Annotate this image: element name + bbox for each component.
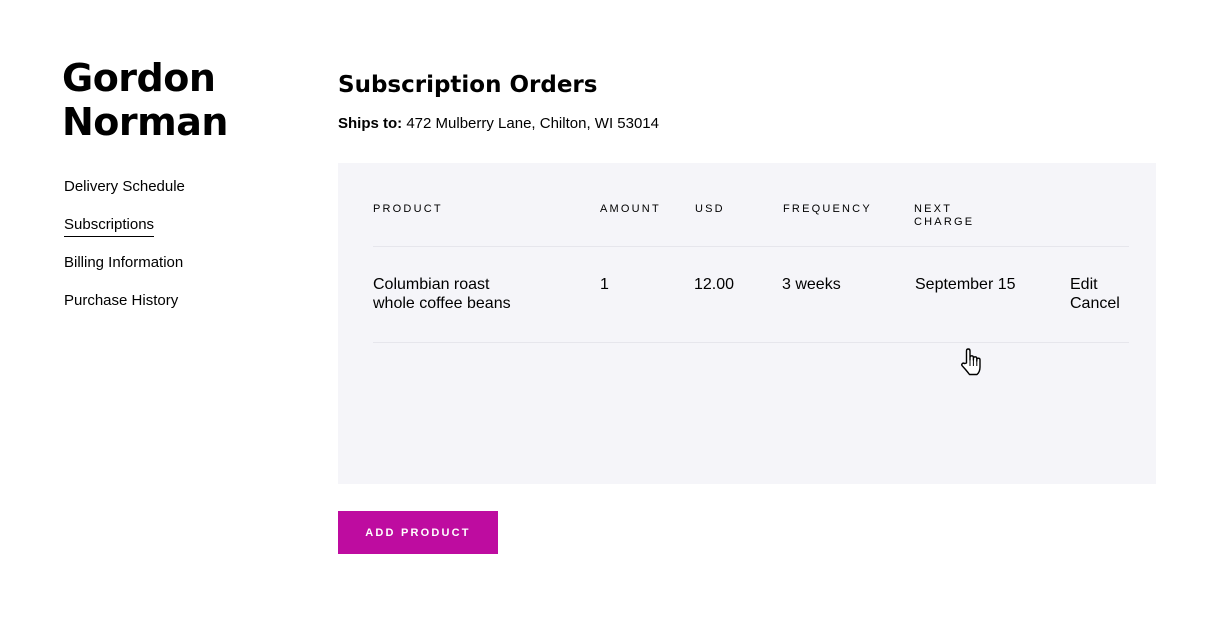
column-header-amount: AMOUNT (600, 203, 661, 215)
sidebar-item-label[interactable]: Subscriptions (64, 214, 155, 237)
cell-actions: Edit Cancel (1070, 275, 1120, 313)
ships-to-label: Ships to: (338, 115, 403, 132)
sidebar-item-label[interactable]: Delivery Schedule (64, 176, 185, 198)
header-divider (373, 246, 1129, 247)
cell-next-charge: September 15 (915, 276, 1016, 293)
hand-pointer-icon (961, 348, 981, 376)
edit-link[interactable]: Edit (1070, 275, 1120, 294)
user-name: Gordon Norman (62, 56, 282, 144)
subscription-orders-table: PRODUCT AMOUNT USD FREQUENCY NEXT CHARGE… (338, 163, 1156, 484)
cell-usd: 12.00 (694, 276, 735, 293)
ships-to-address: 472 Mulberry Lane, Chilton, WI 53014 (406, 115, 659, 132)
column-header-next-charge: NEXT CHARGE (914, 203, 974, 229)
user-first-name: Gordon (62, 56, 216, 100)
column-header-next-charge-line1: NEXT (914, 203, 953, 215)
cell-amount: 1 (600, 276, 609, 293)
add-product-button[interactable]: ADD PRODUCT (338, 511, 498, 554)
sidebar-item-billing-information[interactable]: Billing Information (64, 252, 185, 290)
cell-product-line2: whole coffee beans (373, 295, 511, 312)
cell-frequency: 3 weeks (782, 276, 841, 293)
sidebar-item-purchase-history[interactable]: Purchase History (64, 290, 185, 328)
column-header-next-charge-line2: CHARGE (914, 216, 975, 228)
cell-product-line1: Columbian roast (373, 276, 490, 293)
column-header-usd: USD (695, 203, 725, 215)
cancel-link[interactable]: Cancel (1070, 294, 1120, 313)
ships-to: Ships to: 472 Mulberry Lane, Chilton, WI… (338, 114, 659, 134)
cell-product: Columbian roast whole coffee beans (373, 275, 511, 313)
sidebar-item-subscriptions[interactable]: Subscriptions (64, 214, 185, 252)
sidebar-nav: Delivery Schedule Subscriptions Billing … (64, 176, 185, 328)
sidebar-item-label[interactable]: Purchase History (64, 290, 178, 312)
row-divider (373, 342, 1129, 343)
sidebar-item-delivery-schedule[interactable]: Delivery Schedule (64, 176, 185, 214)
sidebar-item-label[interactable]: Billing Information (64, 252, 183, 274)
column-header-frequency: FREQUENCY (783, 203, 872, 215)
page-title: Subscription Orders (338, 72, 598, 98)
user-last-name: Norman (62, 100, 228, 144)
column-header-product: PRODUCT (373, 203, 443, 215)
